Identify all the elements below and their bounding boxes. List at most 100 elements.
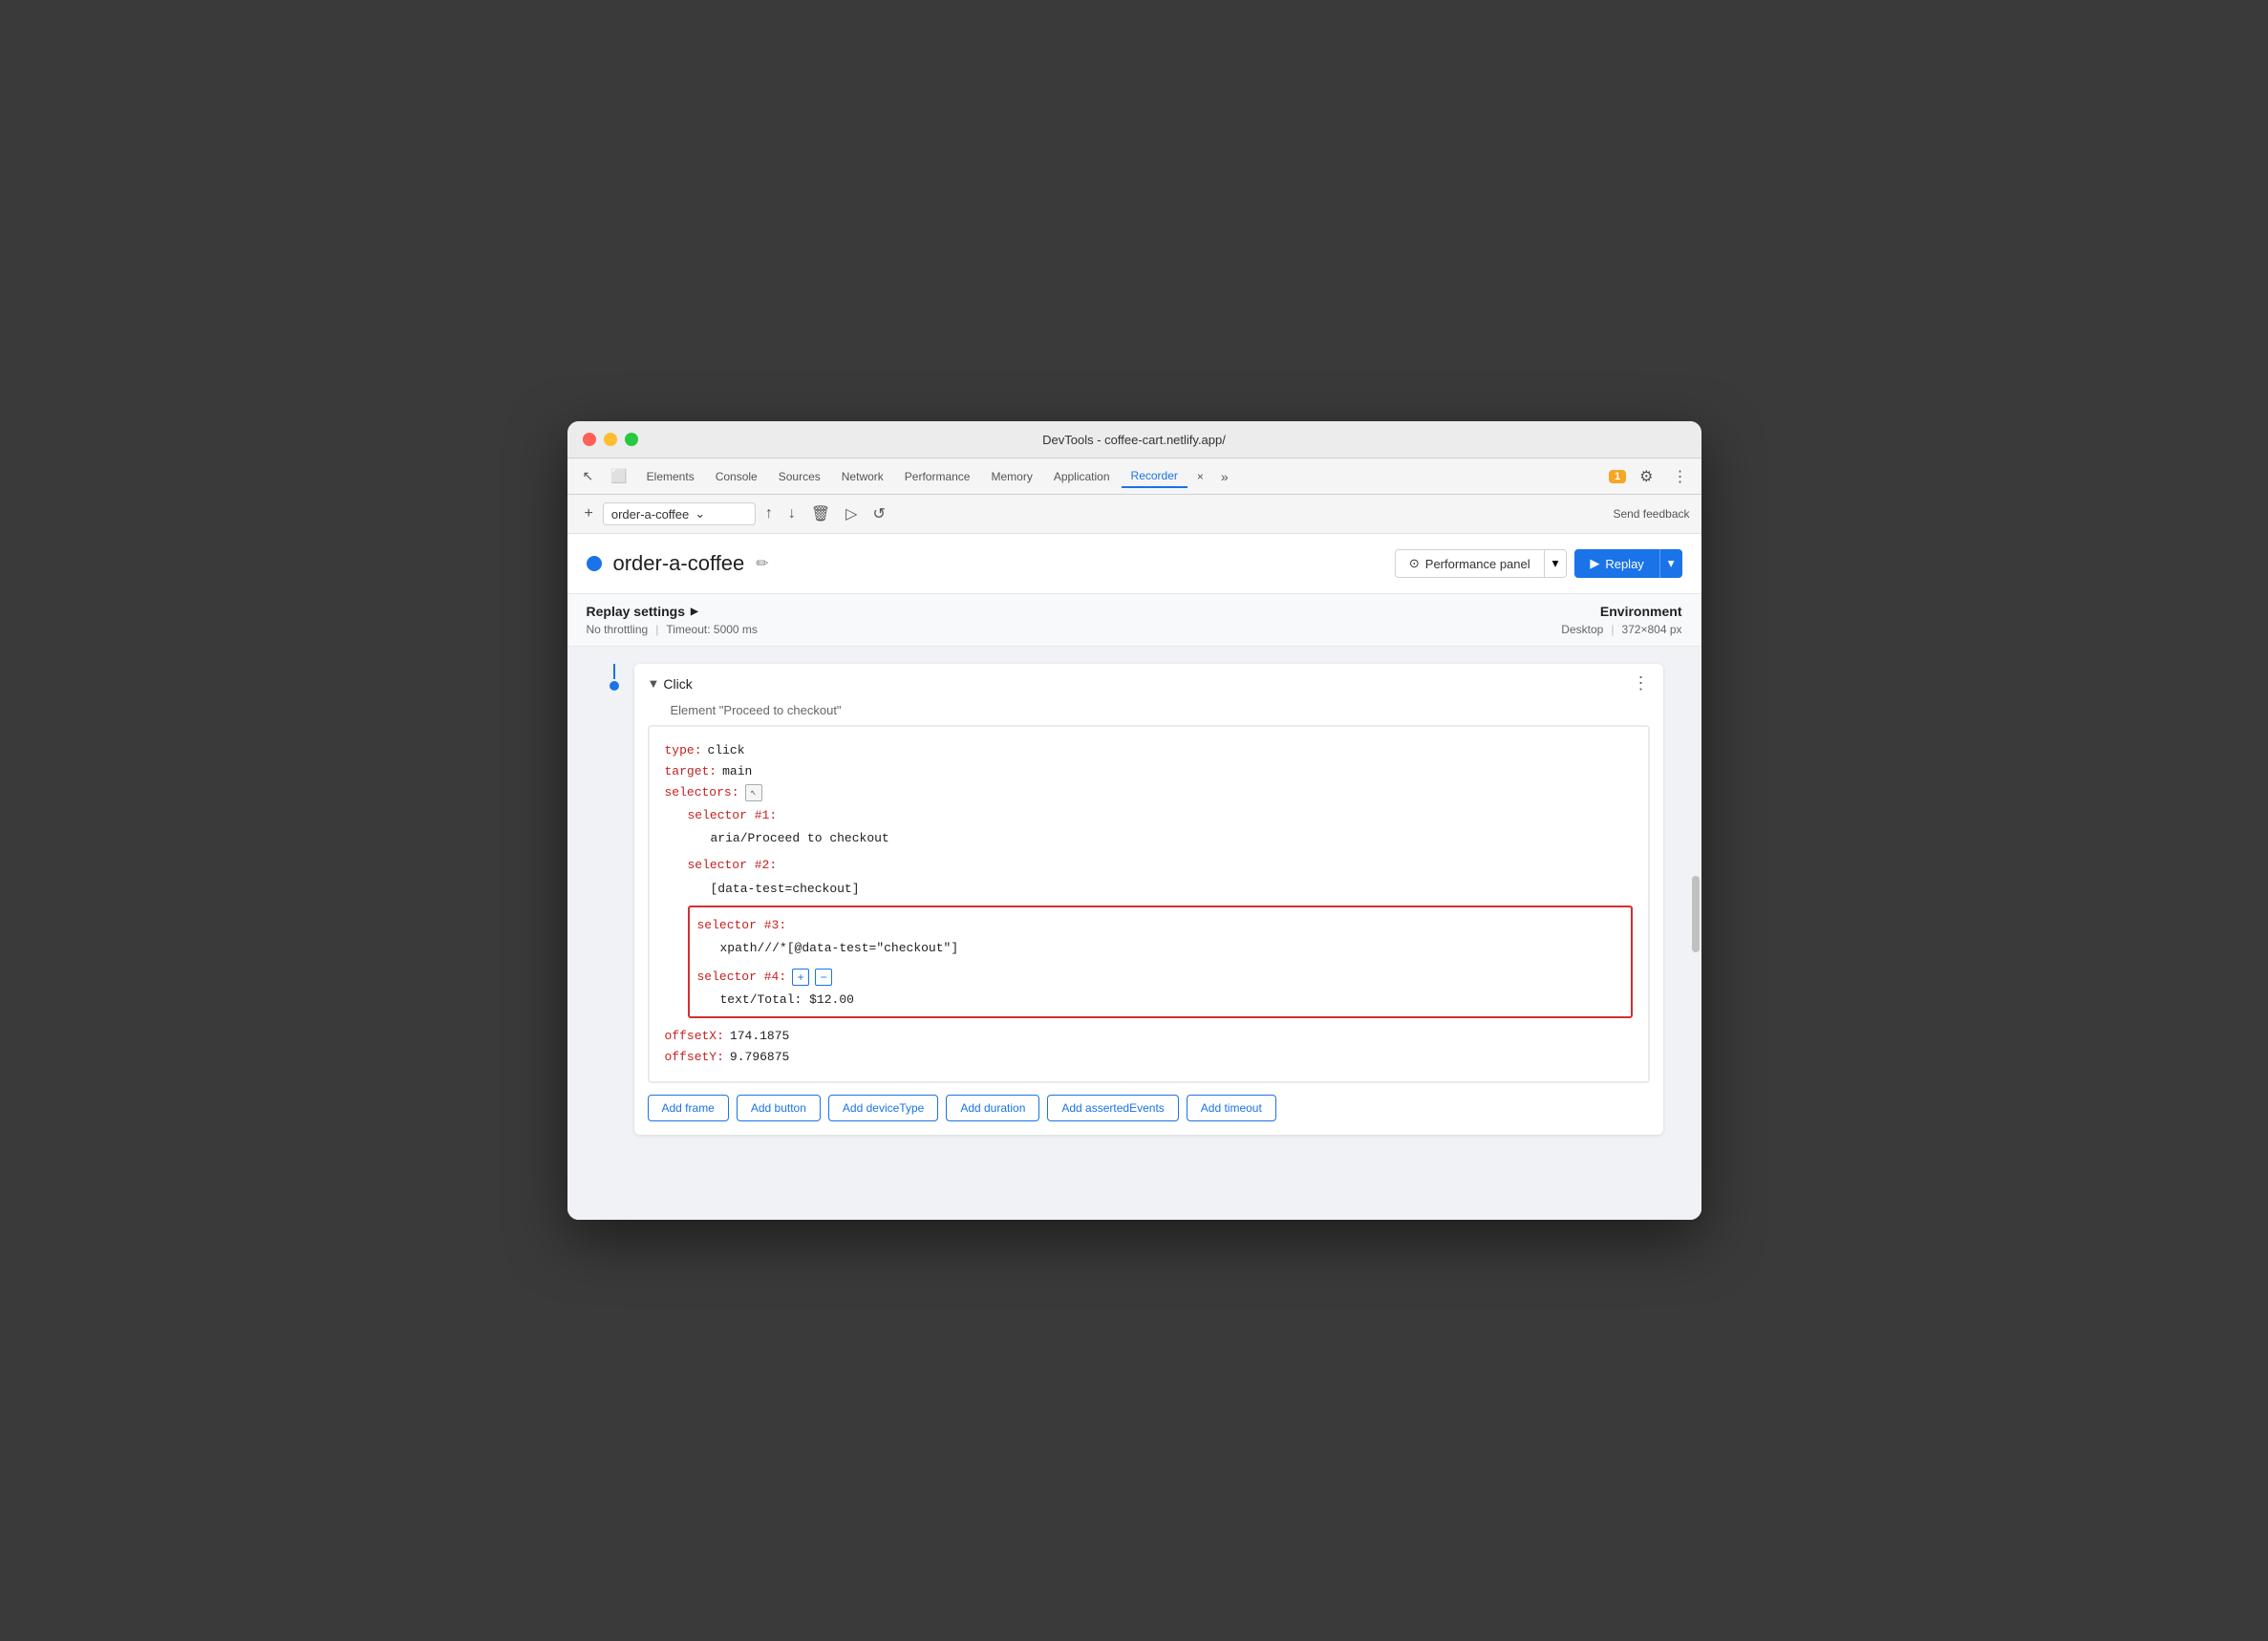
step-card: ▼ Click ⋮ Element "Proceed to checkout" … [634,664,1663,1135]
tab-bar: ↖ ⬜ Elements Console Sources Network Per… [567,458,1701,495]
add-asserted-events-button[interactable]: Add assertedEvents [1047,1095,1178,1121]
perf-panel-label: Performance panel [1425,557,1530,571]
new-recording-button[interactable]: + [579,501,599,526]
play-button[interactable]: ▷ [840,501,863,527]
inspector-toggle-button[interactable]: ↖ [575,464,602,488]
selectors-key: selectors: [665,782,739,803]
more-options-button[interactable]: ⋮ [1667,463,1694,490]
replay-play-icon: ▶ [1590,556,1599,571]
step-line-top [613,664,615,679]
recording-selector[interactable]: order-a-coffee ⌄ [603,502,756,525]
recording-name-label: order-a-coffee [611,507,689,522]
perf-icon: ⊙ [1409,556,1420,571]
highlighted-selectors: selector #3: xpath///*[@data-test="check… [688,906,1633,1018]
timeout-label: Timeout: 5000 ms [666,623,758,636]
send-feedback-button[interactable]: Send feedback [1613,507,1689,521]
add-duration-button[interactable]: Add duration [946,1095,1039,1121]
import-button[interactable]: ↓ [782,501,802,526]
tab-memory[interactable]: Memory [981,466,1041,487]
add-button-button[interactable]: Add button [737,1095,821,1121]
performance-panel-chevron-button[interactable]: ▾ [1545,549,1568,578]
replay-chevron-button[interactable]: ▾ [1659,549,1682,578]
type-key: type: [665,740,702,761]
env-separator: | [1611,623,1614,636]
environment-section: Environment Desktop | 372×804 px [1561,604,1681,636]
selector3-key: selector #3: [697,915,787,936]
selector1-key: selector #1: [688,805,778,826]
scroll-track [1690,647,1701,1220]
edit-title-button[interactable]: ✏ [752,550,772,577]
tab-console[interactable]: Console [706,466,767,487]
settings-arrow-icon: ▶ [691,607,698,617]
settings-gear-button[interactable]: ⚙ [1634,463,1658,490]
replay-button[interactable]: ▶ Replay [1574,549,1658,578]
step-type-label: Click [663,676,692,692]
selector3-val: xpath///*[@data-test="checkout"] [697,938,1623,959]
add-timeout-button[interactable]: Add timeout [1187,1095,1276,1121]
undo-button[interactable]: ↺ [867,501,890,527]
tab-recorder-close-icon[interactable]: × [1189,466,1211,487]
selector-mode-icon[interactable]: ↖ [745,784,762,801]
selector2-val: [data-test=checkout] [688,879,1633,900]
title-bar: DevTools - coffee-cart.netlify.app/ [567,421,1701,458]
tab-elements[interactable]: Elements [637,466,704,487]
offsetY-val: 9.796875 [730,1047,789,1068]
performance-panel-group: ⊙ Performance panel ▾ [1395,549,1567,578]
minimize-button[interactable] [604,433,617,446]
settings-title-text: Replay settings [587,604,685,619]
target-val: main [722,761,752,782]
tab-network[interactable]: Network [832,466,893,487]
device-toggle-button[interactable]: ⬜ [603,464,634,488]
step-more-menu-button[interactable]: ⋮ [1633,673,1650,693]
target-key: target: [665,761,717,782]
offsetY-line: offsetY: 9.796875 [665,1047,1633,1068]
step-action-buttons: Add frame Add button Add deviceType Add … [634,1095,1663,1135]
replay-settings-toggle[interactable]: Replay settings ▶ [587,604,1562,619]
offsetY-key: offsetY: [665,1047,724,1068]
code-selectors-line: selectors: ↖ [665,782,1633,803]
export-button[interactable]: ↑ [760,501,779,526]
recording-header: order-a-coffee ✏ ⊙ Performance panel ▾ ▶… [567,534,1701,594]
maximize-button[interactable] [625,433,638,446]
offsetX-line: offsetX: 174.1875 [665,1026,1633,1047]
selector4-key: selector #4: [697,967,787,988]
tab-application[interactable]: Application [1044,466,1120,487]
performance-panel-button[interactable]: ⊙ Performance panel [1395,549,1545,578]
replay-button-group: ▶ Replay ▾ [1574,549,1681,578]
notification-badge: 1 [1609,470,1626,483]
close-button[interactable] [583,433,596,446]
add-device-type-button[interactable]: Add deviceType [828,1095,938,1121]
add-frame-button[interactable]: Add frame [648,1095,729,1121]
step-header: ▼ Click ⋮ [634,664,1663,703]
tab-right-actions: 1 ⚙ ⋮ [1609,463,1693,490]
offsetX-val: 174.1875 [730,1026,789,1047]
step-expand-button[interactable]: ▼ Click [648,676,693,692]
device-label: Desktop [1561,623,1603,636]
size-label: 372×804 px [1621,623,1681,636]
tab-recorder[interactable]: Recorder [1122,465,1187,488]
selector4-remove-button[interactable]: − [815,969,832,986]
replay-settings-section: Replay settings ▶ No throttling | Timeou… [587,604,1562,636]
offsetX-key: offsetX: [665,1026,724,1047]
selector1-line: selector #1: [688,803,1633,828]
steps-area: ▼ Click ⋮ Element "Proceed to checkout" … [567,647,1701,1220]
tab-sources[interactable]: Sources [769,466,830,487]
code-target-line: target: main [665,761,1633,782]
selector4-val: text/Total: $12.00 [697,990,1623,1011]
selectors-block: selector #1: aria/Proceed to checkout se… [665,803,1633,1018]
settings-bar: Replay settings ▶ No throttling | Timeou… [567,594,1701,647]
tab-more-button[interactable]: » [1213,465,1236,488]
delete-button[interactable]: 🗑 [805,501,836,527]
window-title: DevTools - coffee-cart.netlify.app/ [1042,433,1226,447]
scroll-thumb[interactable] [1692,876,1700,952]
type-val: click [708,740,745,761]
selector4-line: selector #4: + − [697,963,1623,990]
throttling-label: No throttling [587,623,649,636]
step-indicator-dot [610,681,619,691]
selector2-line: selector #2: [688,853,1633,878]
recording-actions: ⊙ Performance panel ▾ ▶ Replay ▾ [1395,549,1682,578]
recorder-toolbar: + order-a-coffee ⌄ ↑ ↓ 🗑 ▷ ↺ Send feedba… [567,495,1701,534]
tab-performance[interactable]: Performance [895,466,980,487]
selector4-add-button[interactable]: + [792,969,809,986]
code-type-line: type: click [665,740,1633,761]
